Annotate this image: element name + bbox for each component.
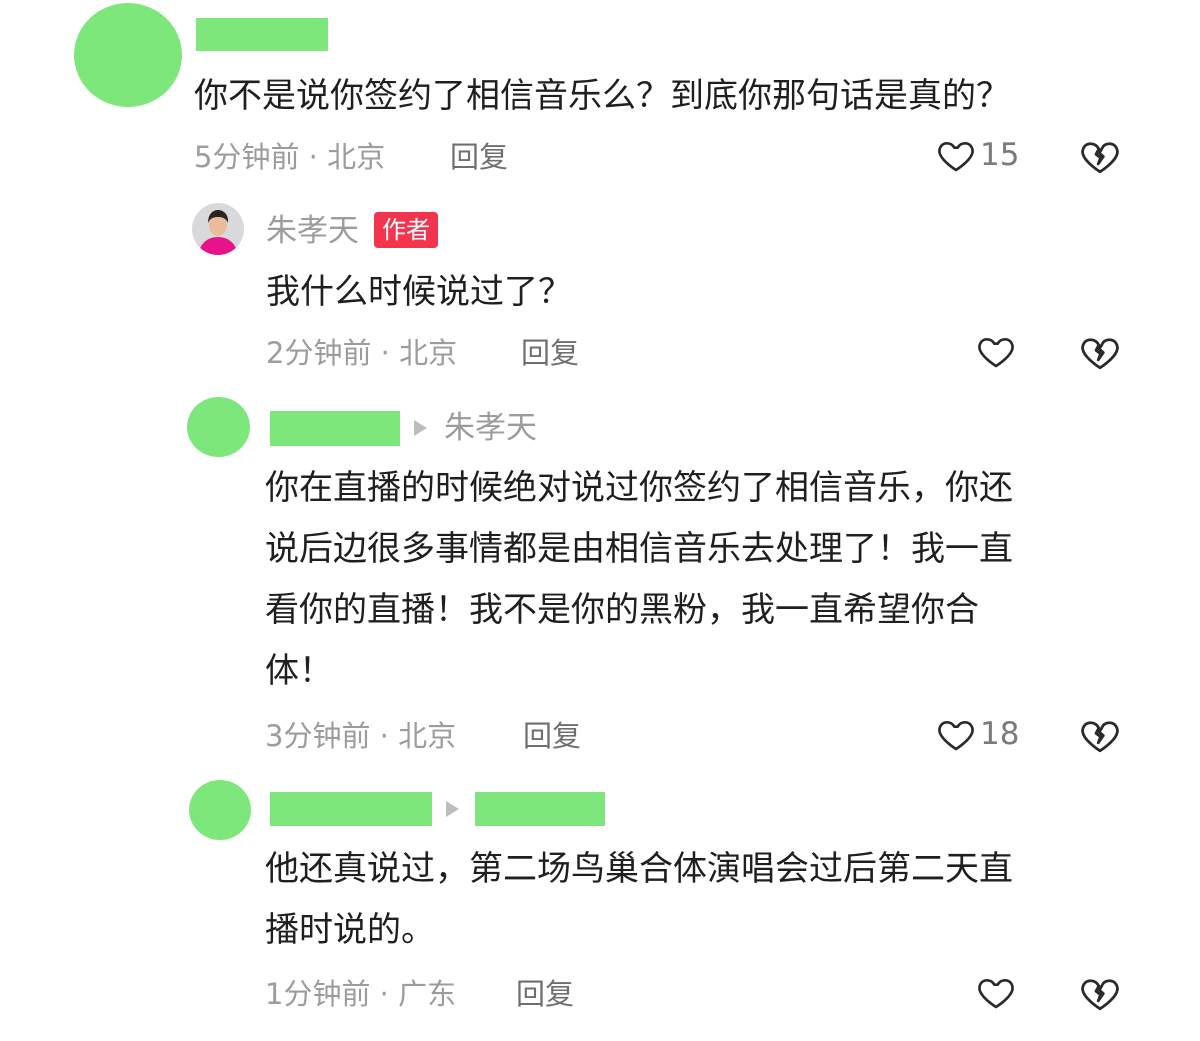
reply-button[interactable]: 回复 bbox=[523, 716, 581, 756]
comment-time-location: 3分钟前 · 北京 bbox=[265, 719, 457, 753]
comment-text: 你在直播的时候绝对说过你签约了相信音乐，你还 说后边很多事情都是由相信音乐去处理… bbox=[265, 468, 1013, 691]
comment-text: 你不是说你签约了相信音乐么？到底你那句话是真的？ bbox=[194, 76, 1010, 116]
broken-heart-icon bbox=[1081, 338, 1119, 370]
broken-heart-icon bbox=[1081, 979, 1119, 1011]
like-button[interactable]: 15 bbox=[936, 135, 1019, 175]
comment-text: 我什么时候说过了？ bbox=[266, 272, 572, 312]
triangle-right-icon bbox=[414, 420, 427, 436]
reply-button[interactable]: 回复 bbox=[450, 137, 508, 177]
username[interactable] bbox=[270, 411, 400, 446]
dislike-button[interactable] bbox=[1079, 714, 1121, 756]
author-badge: 作者 bbox=[374, 212, 438, 248]
username[interactable] bbox=[196, 18, 328, 51]
comment-time-location: 5分钟前 · 北京 bbox=[194, 140, 386, 174]
like-button[interactable] bbox=[976, 972, 1016, 1012]
reply-to-username[interactable]: 朱孝天 bbox=[444, 408, 537, 448]
like-count: 15 bbox=[980, 137, 1020, 173]
heart-outline-icon bbox=[978, 979, 1014, 1009]
heart-outline-icon bbox=[938, 142, 974, 172]
username[interactable] bbox=[270, 792, 432, 826]
broken-heart-icon bbox=[1081, 142, 1119, 174]
reply-button[interactable]: 回复 bbox=[521, 333, 579, 373]
reply-button[interactable]: 回复 bbox=[516, 974, 574, 1014]
like-button[interactable]: 18 bbox=[936, 714, 1019, 754]
author-username[interactable]: 朱孝天 bbox=[266, 211, 359, 251]
avatar[interactable] bbox=[74, 3, 182, 107]
dislike-button[interactable] bbox=[1079, 331, 1121, 373]
avatar[interactable] bbox=[187, 397, 250, 457]
heart-outline-icon bbox=[938, 721, 974, 751]
comment-time-location: 1分钟前 · 广东 bbox=[265, 977, 457, 1011]
comment-text: 他还真说过，第二场鸟巢合体演唱会过后第二天直 播时说的。 bbox=[265, 849, 1013, 950]
dislike-button[interactable] bbox=[1079, 972, 1121, 1014]
avatar[interactable] bbox=[189, 780, 251, 840]
heart-outline-icon bbox=[978, 338, 1014, 368]
reply-to-username[interactable] bbox=[475, 792, 605, 826]
author-avatar[interactable] bbox=[192, 203, 244, 255]
comment-time-location: 2分钟前 · 北京 bbox=[266, 336, 458, 370]
like-button[interactable] bbox=[976, 331, 1016, 371]
dislike-button[interactable] bbox=[1079, 135, 1121, 177]
like-count: 18 bbox=[980, 716, 1020, 752]
triangle-right-icon bbox=[446, 801, 459, 817]
broken-heart-icon bbox=[1081, 721, 1119, 753]
